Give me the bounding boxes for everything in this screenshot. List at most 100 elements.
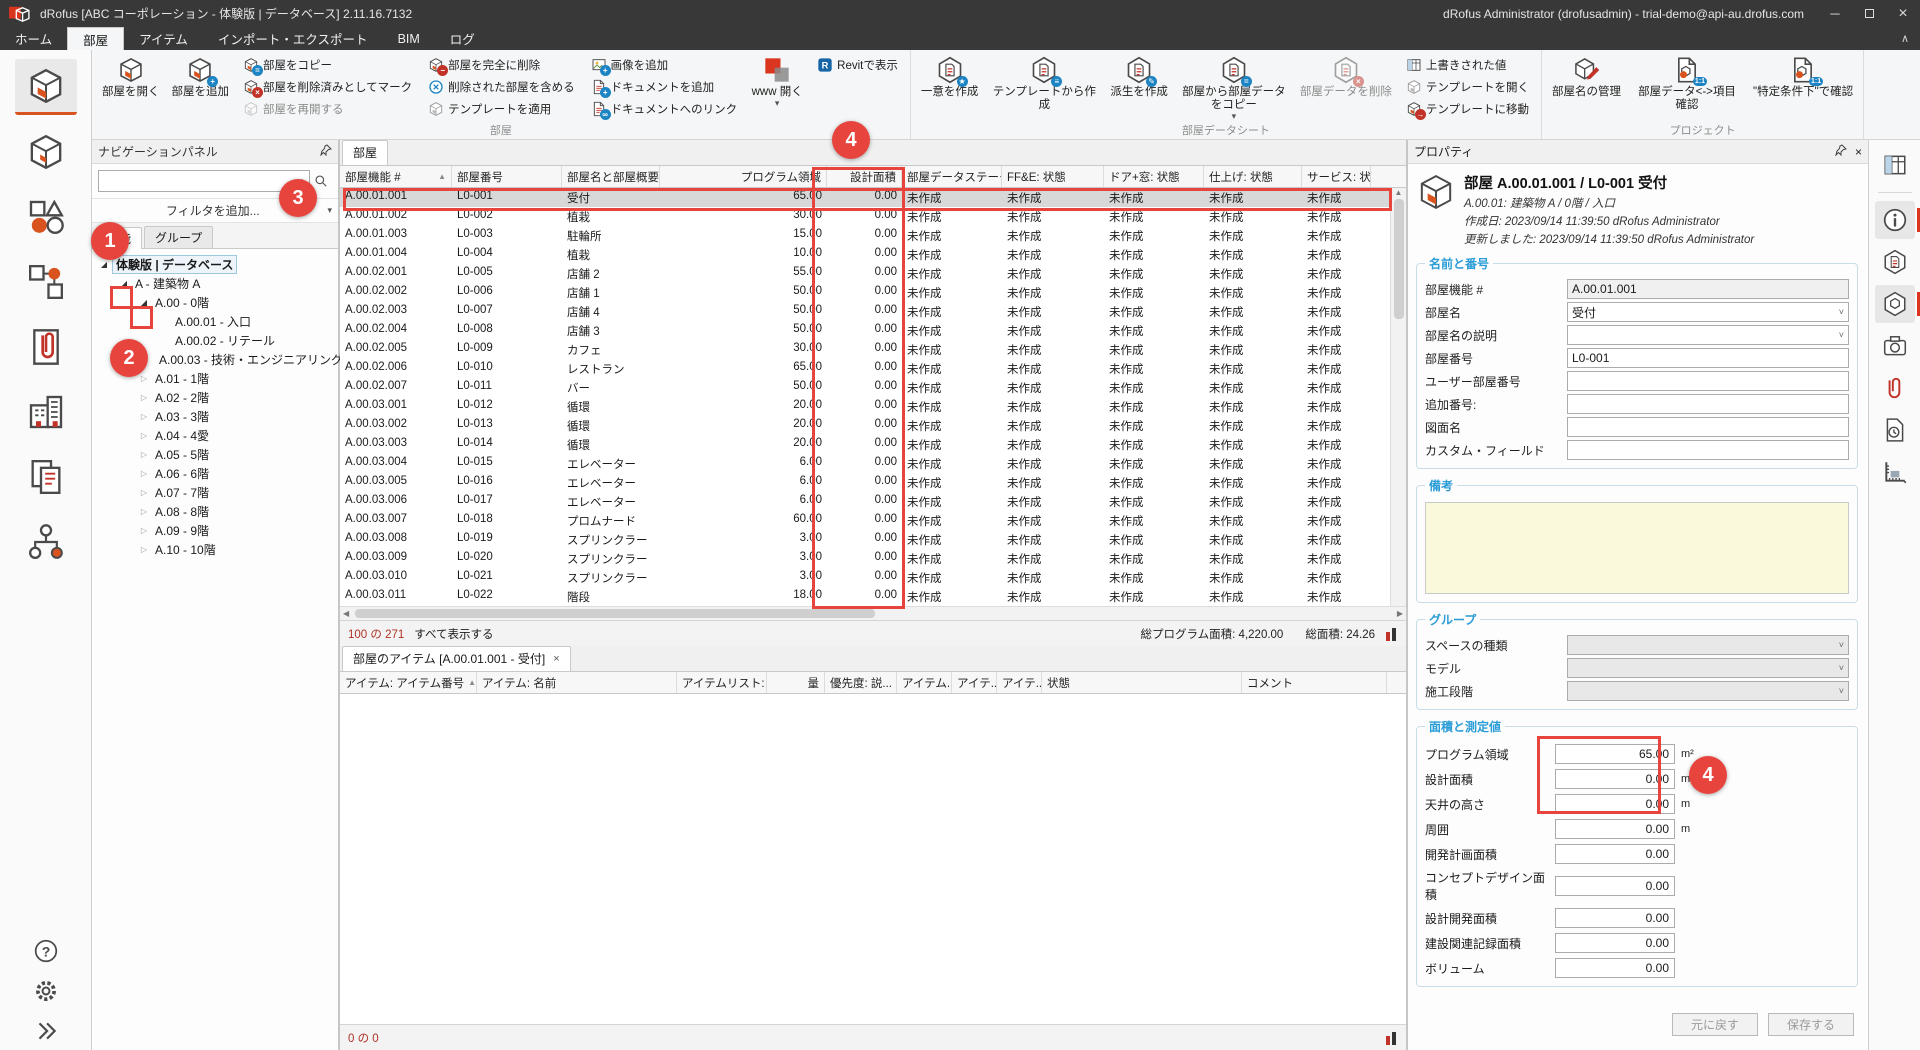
chevron-down-icon[interactable]: ˅ <box>1839 330 1844 340</box>
tree-item[interactable]: ▷A.05 - 5階 <box>94 445 336 464</box>
chevron-down-icon[interactable]: ˅ <box>1839 307 1844 317</box>
table-row[interactable]: A.00.03.006L0-017エレベーター6.000.00未作成未作成未作成… <box>340 492 1390 511</box>
show-all-link[interactable]: すべて表示する <box>414 626 493 642</box>
tree-expand-arrow[interactable]: ▷ <box>136 431 152 440</box>
scroll-right-icon[interactable]: ▶ <box>1394 609 1406 618</box>
sidebar-item-items[interactable] <box>15 124 77 180</box>
ribbon-button[interactable]: 1:1"特定条件下"で確認 <box>1748 53 1858 102</box>
undo-button[interactable]: 元に戻す <box>1672 1013 1758 1036</box>
tree-expand-arrow[interactable]: ◢ <box>96 260 112 269</box>
table-row[interactable]: A.00.02.006L0-010レストラン65.000.00未作成未作成未作成… <box>340 359 1390 378</box>
sidebar-item-systems[interactable] <box>15 254 77 310</box>
ribbon-button[interactable]: 部屋名の管理 <box>1547 53 1626 102</box>
sidebar-item-attachments[interactable] <box>15 319 77 375</box>
menu-tab-部屋[interactable]: 部屋 <box>67 27 124 50</box>
items-column-header-状態[interactable]: 状態 <box>1042 672 1242 693</box>
field-input-部屋番号[interactable]: L0-001 <box>1567 348 1849 368</box>
ribbon-button[interactable]: =部屋をコピー <box>238 54 417 76</box>
table-row[interactable]: A.00.03.001L0-012循環20.000.00未作成未作成未作成未作成… <box>340 397 1390 416</box>
ribbon-button[interactable]: ×部屋を削除済みとしてマーク <box>238 76 417 98</box>
tab-room-items[interactable]: 部屋のアイテム [A.00.01.001 - 受付] × <box>342 646 571 671</box>
props-tab-datasheet[interactable] <box>1875 243 1915 281</box>
tree-item[interactable]: ◢体験版 | データベース <box>94 255 336 274</box>
tree-item[interactable]: ▷A.10 - 10階 <box>94 540 336 559</box>
ribbon-button[interactable]: ∞ドキュメントへのリンク <box>586 98 743 120</box>
menu-tab-ログ[interactable]: ログ <box>435 27 490 50</box>
tree-item[interactable]: ▷A.08 - 8階 <box>94 502 336 521</box>
table-row[interactable]: A.00.03.002L0-013循環20.000.00未作成未作成未作成未作成… <box>340 416 1390 435</box>
ribbon-button[interactable]: www 開く▾ <box>746 53 808 110</box>
table-row[interactable]: A.00.03.003L0-014循環20.000.00未作成未作成未作成未作成… <box>340 435 1390 454</box>
props-tab-log[interactable] <box>1875 411 1915 449</box>
ribbon-button[interactable]: 1:1部屋データ<->項目確認 <box>1628 53 1746 115</box>
field-input-施工段階[interactable]: ˅ <box>1567 681 1849 701</box>
props-tab-images[interactable] <box>1875 327 1915 365</box>
tree-item[interactable]: ◢A.00 - 0階 <box>94 293 336 312</box>
table-row[interactable]: A.00.02.004L0-008店舗 350.000.00未作成未作成未作成未… <box>340 321 1390 340</box>
tree-item[interactable]: A.00.01 - 入口 <box>94 312 336 331</box>
items-column-header-アイテム...[interactable]: アイテム... <box>897 672 952 693</box>
tree-expand-arrow[interactable]: ◢ <box>136 298 152 307</box>
table-row[interactable]: A.00.03.011L0-022階段18.000.00未作成未作成未作成未作成… <box>340 587 1390 606</box>
field-input-カスタム・フィールド[interactable] <box>1567 440 1849 460</box>
tab-rooms[interactable]: 部屋 <box>342 140 388 165</box>
tree-item[interactable]: ▷A.09 - 9階 <box>94 521 336 540</box>
table-row[interactable]: A.00.03.005L0-016エレベーター6.000.00未作成未作成未作成… <box>340 473 1390 492</box>
table-row[interactable]: A.00.03.009L0-020スプリンクラー3.000.00未作成未作成未作… <box>340 549 1390 568</box>
tree-item[interactable]: ▷A.02 - 2階 <box>94 388 336 407</box>
close-panel-icon[interactable]: × <box>1855 145 1862 159</box>
chevron-down-icon[interactable]: ˅ <box>1839 640 1844 650</box>
measure-value-設計開発面積[interactable]: 0.00 <box>1555 908 1675 928</box>
chevron-down-icon[interactable]: ˅ <box>1839 663 1844 673</box>
tree-item[interactable]: ▷A.07 - 7階 <box>94 483 336 502</box>
measure-value-天井の高さ[interactable]: 0.00 <box>1555 794 1675 814</box>
notes-textarea[interactable] <box>1425 502 1849 594</box>
tree-expand-arrow[interactable]: ▷ <box>136 412 152 421</box>
horizontal-scrollbar[interactable]: ◀▶ <box>340 606 1406 620</box>
table-row[interactable]: A.00.01.002L0-002植栽30.000.00未作成未作成未作成未作成… <box>340 207 1390 226</box>
items-column-header-アイテ...[interactable]: アイテ... <box>997 672 1042 693</box>
field-input-モデル[interactable]: ˅ <box>1567 658 1849 678</box>
chevron-down-icon[interactable]: ˅ <box>1839 686 1844 696</box>
props-tab-measure[interactable] <box>1875 453 1915 491</box>
ribbon-button[interactable]: −部屋を完全に削除 <box>423 54 580 76</box>
ribbon-button[interactable]: ×部屋データを削除 <box>1295 53 1397 102</box>
close-button[interactable]: × <box>1886 0 1920 27</box>
column-header-設計面積[interactable]: 設計面積 <box>827 166 902 187</box>
items-column-header-アイテムリスト: 名前[interactable]: アイテムリスト: 名前 <box>677 672 767 693</box>
ribbon-button[interactable]: ≡テンプレートから作成 <box>985 53 1103 115</box>
table-row[interactable]: A.00.02.001L0-005店舗 255.000.00未作成未作成未作成未… <box>340 264 1390 283</box>
items-column-header-量[interactable]: 量 <box>767 672 825 693</box>
ribbon-button[interactable]: +ドキュメントを追加 <box>586 76 743 98</box>
field-input-部屋名[interactable]: 受付˅ <box>1567 302 1849 322</box>
tree-item[interactable]: ▷A.06 - 6階 <box>94 464 336 483</box>
items-column-header-アイテム: アイテム番号[interactable]: アイテム: アイテム番号▲ <box>340 672 477 693</box>
tree-expand-arrow[interactable]: ▷ <box>136 374 152 383</box>
table-row[interactable]: A.00.03.010L0-021スプリンクラー3.000.00未作成未作成未作… <box>340 568 1390 587</box>
menu-tab-BIM[interactable]: BIM <box>383 27 435 50</box>
close-tab-icon[interactable]: × <box>553 653 559 665</box>
maximize-button[interactable] <box>1852 0 1886 27</box>
vertical-scrollbar[interactable]: ▲ <box>1390 188 1406 606</box>
items-column-header-アイテ...[interactable]: アイテ... <box>952 672 997 693</box>
field-input-追加番号:[interactable] <box>1567 394 1849 414</box>
ribbon-button[interactable]: テンプレートを適用 <box>423 98 580 120</box>
tree-expand-arrow[interactable]: ▷ <box>136 393 152 402</box>
column-header-部屋名と部屋概要[interactable]: 部屋名と部屋概要 <box>562 166 660 187</box>
props-tab-attachments[interactable] <box>1875 369 1915 407</box>
scroll-left-icon[interactable]: ◀ <box>340 609 352 618</box>
ribbon-button[interactable]: +画像を追加 <box>586 54 743 76</box>
table-row[interactable]: A.00.03.008L0-019スプリンクラー3.000.00未作成未作成未作… <box>340 530 1390 549</box>
ribbon-button[interactable]: 部屋を再開する <box>238 98 417 120</box>
table-row[interactable]: A.00.03.007L0-018プロムナード60.000.00未作成未作成未作… <box>340 511 1390 530</box>
items-column-header-アイテム: 名前[interactable]: アイテム: 名前 <box>477 672 677 693</box>
tree-expand-arrow[interactable]: ▷ <box>136 469 152 478</box>
menu-tab-ホーム[interactable]: ホーム <box>0 27 67 50</box>
items-column-header-優先度: 説...[interactable]: 優先度: 説... <box>825 672 897 693</box>
table-row[interactable]: A.00.02.005L0-009カフェ30.000.00未作成未作成未作成未作… <box>340 340 1390 359</box>
ribbon-button[interactable]: 削除された部屋を含める <box>423 76 580 98</box>
field-input-スペースの種類[interactable]: ˅ <box>1567 635 1849 655</box>
pin-icon[interactable] <box>1835 144 1847 159</box>
tree-item[interactable]: ▷A.03 - 3階 <box>94 407 336 426</box>
sidebar-item-reports[interactable] <box>15 449 77 505</box>
